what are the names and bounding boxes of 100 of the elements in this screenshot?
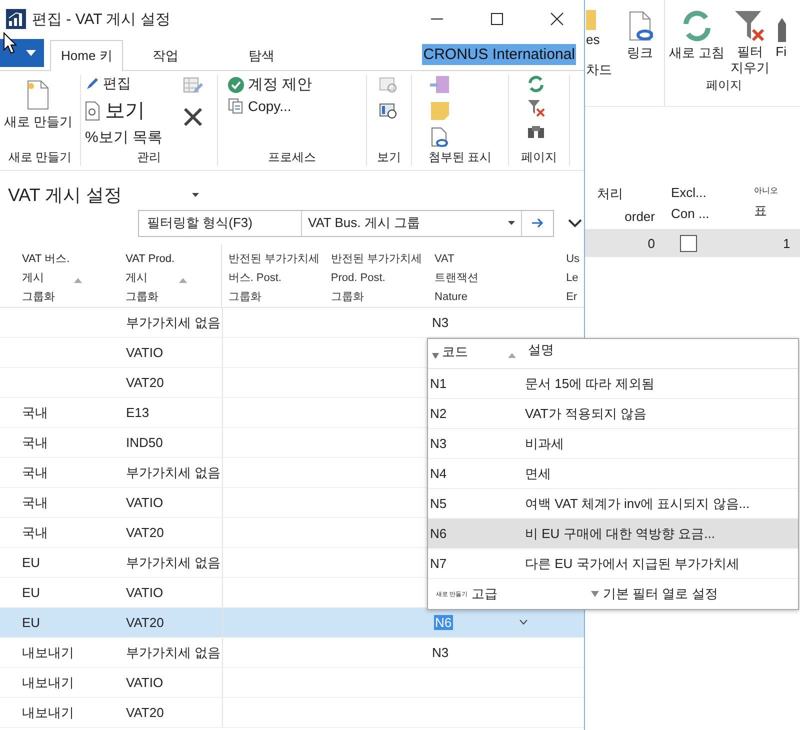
- caret-icon: [519, 620, 528, 625]
- view-button[interactable]: 보기: [85, 97, 177, 124]
- table-cell: 국내: [22, 464, 48, 482]
- table-cell: 내보내기: [22, 704, 74, 722]
- group-label: 새로 만들기: [7, 149, 73, 166]
- column-header[interactable]: 표: [754, 202, 790, 220]
- link-button[interactable]: 링크: [627, 10, 653, 62]
- lookup-row[interactable]: N7 다른 EU 국가에서 지급된 부가가치세: [428, 549, 798, 579]
- view-list-button[interactable]: %보기 목록: [85, 128, 177, 147]
- column-header[interactable]: VAT 버스. 게시 그룹화: [22, 248, 70, 307]
- arrow-right-icon: [532, 218, 544, 228]
- lookup-row[interactable]: N3 비과세: [428, 429, 798, 459]
- edit-button[interactable]: 편집: [85, 75, 177, 93]
- table-cell: 내보내기: [22, 644, 74, 662]
- group-label: 프로세스: [267, 149, 317, 166]
- column-header[interactable]: 아니오: [754, 185, 790, 196]
- clear-filter-button[interactable]: 필터 지우기: [730, 0, 770, 76]
- linked-document-icon: [627, 10, 653, 42]
- table-cell: 면세: [525, 464, 551, 482]
- table-cell: 국내: [22, 434, 48, 452]
- check-icon: [228, 76, 244, 92]
- filter-field-dropdown[interactable]: VAT Bus. 게시 그룹: [302, 210, 521, 236]
- column-header[interactable]: VAT 트랜잭션 Nature: [434, 248, 479, 307]
- lookup-row[interactable]: N6 비 EU 구매에 대한 역방향 요금...: [428, 519, 798, 549]
- table-cell-text: N5: [430, 496, 448, 511]
- refresh-icon[interactable]: [527, 75, 545, 93]
- column-header[interactable]: Con ...: [671, 206, 750, 221]
- sort-icon[interactable]: [508, 353, 516, 358]
- caret-icon: [26, 50, 36, 56]
- copy-icon: [228, 98, 244, 114]
- mouse-cursor-icon: [3, 32, 17, 54]
- edit-list-icon[interactable]: [183, 77, 203, 95]
- table-cell: VATIO: [126, 495, 164, 510]
- table-cell: VATIO: [126, 345, 164, 360]
- maximize-icon: [491, 13, 503, 25]
- sort-icon[interactable]: [178, 278, 187, 283]
- table-cell: EU: [22, 615, 40, 630]
- close-icon: [550, 12, 564, 26]
- column-header[interactable]: Excl...: [671, 185, 750, 200]
- ribbon-button-label[interactable]: es: [586, 32, 600, 47]
- set-default-filter-button[interactable]: 기본 필터 열로 설정: [591, 585, 718, 603]
- suggest-accounts-button[interactable]: 계정 제안: [228, 75, 312, 94]
- ribbon-button-label[interactable]: Fi: [776, 0, 786, 76]
- table-cell: VAT20: [126, 525, 164, 540]
- ribbon-tab[interactable]: 작업: [141, 40, 220, 71]
- column-header[interactable]: 처리: [597, 185, 665, 203]
- table-cell: VAT20: [126, 615, 164, 630]
- table-cell: EU: [22, 585, 40, 600]
- column-header[interactable]: 반전된 부가가치세 Prod. Post. 그룹화: [330, 248, 422, 307]
- table-cell: 1: [783, 236, 790, 250]
- filter-icon: [591, 591, 599, 597]
- lookup-row[interactable]: N1 문서 15에 따라 제외됨: [428, 369, 798, 399]
- ribbon-tab[interactable]: Home 키: [50, 40, 124, 71]
- linked-document-icon[interactable]: [430, 127, 450, 147]
- clear-filter-icon: [734, 10, 766, 42]
- table-cell-text: N7: [430, 556, 448, 571]
- checkbox[interactable]: [680, 234, 697, 252]
- table-cell: 부가가치세 없음: [126, 554, 221, 572]
- table-row[interactable]: 0 1: [585, 229, 800, 257]
- clear-filter-icon[interactable]: [527, 99, 545, 117]
- caret-icon[interactable]: [192, 193, 200, 197]
- table-cell: 국내: [22, 404, 48, 422]
- table-cell: E13: [126, 405, 150, 420]
- column-header[interactable]: Us Le Er: [566, 248, 580, 307]
- column-header[interactable]: VAT Prod. 게시 그룹화: [126, 248, 175, 307]
- filter-icon[interactable]: [432, 353, 439, 359]
- table-cell: VATIO: [126, 675, 164, 690]
- lookup-row[interactable]: N2 VAT가 적용되지 않음: [428, 399, 798, 429]
- new-button[interactable]: 새로 만들기: [4, 75, 73, 148]
- group-label: 차드: [586, 61, 612, 79]
- column-header[interactable]: 설명: [528, 339, 554, 359]
- table-cell: 부가가치세 없음: [126, 314, 221, 332]
- table-cell: EU: [22, 555, 40, 570]
- table-cell-text: N1: [430, 376, 448, 391]
- table-cell: N3: [432, 315, 449, 330]
- copy-button[interactable]: Copy...: [228, 98, 312, 114]
- refresh-button[interactable]: 새로 고침: [669, 0, 725, 76]
- table-row[interactable]: EU VAT20 N6: [0, 608, 584, 638]
- column-header[interactable]: 코드: [442, 339, 508, 361]
- table-cell-text: N6: [430, 526, 448, 541]
- pencil-icon: [85, 77, 99, 91]
- table-row[interactable]: 내보내기 부가가치세 없음 N3: [0, 638, 584, 668]
- table-cell-text: N4: [430, 466, 448, 481]
- sort-icon[interactable]: [74, 278, 82, 283]
- delete-icon[interactable]: [183, 107, 203, 127]
- table-cell: VAT20: [126, 705, 164, 720]
- table-cell: 부가가치세 없음: [126, 644, 221, 662]
- table-cell: N3: [432, 645, 449, 660]
- ribbon-tab[interactable]: 탐색: [237, 40, 316, 71]
- lookup-row[interactable]: N4 면세: [428, 459, 798, 489]
- column-header[interactable]: order: [624, 209, 665, 224]
- table-row[interactable]: 내보내기 VAT20: [0, 698, 584, 728]
- preview-icon[interactable]: [379, 103, 399, 121]
- table-row[interactable]: 내보내기 VATIO: [0, 668, 584, 698]
- binoculars-icon[interactable]: [527, 123, 545, 139]
- group-label: 관리: [136, 149, 162, 166]
- table-cell-text: 0: [646, 236, 656, 250]
- group-label: 첨부된 표시: [427, 149, 493, 166]
- chevron-down-icon[interactable]: [568, 218, 582, 228]
- column-header[interactable]: 반전된 부가가치세 버스. Post. 그룹화: [228, 248, 320, 307]
